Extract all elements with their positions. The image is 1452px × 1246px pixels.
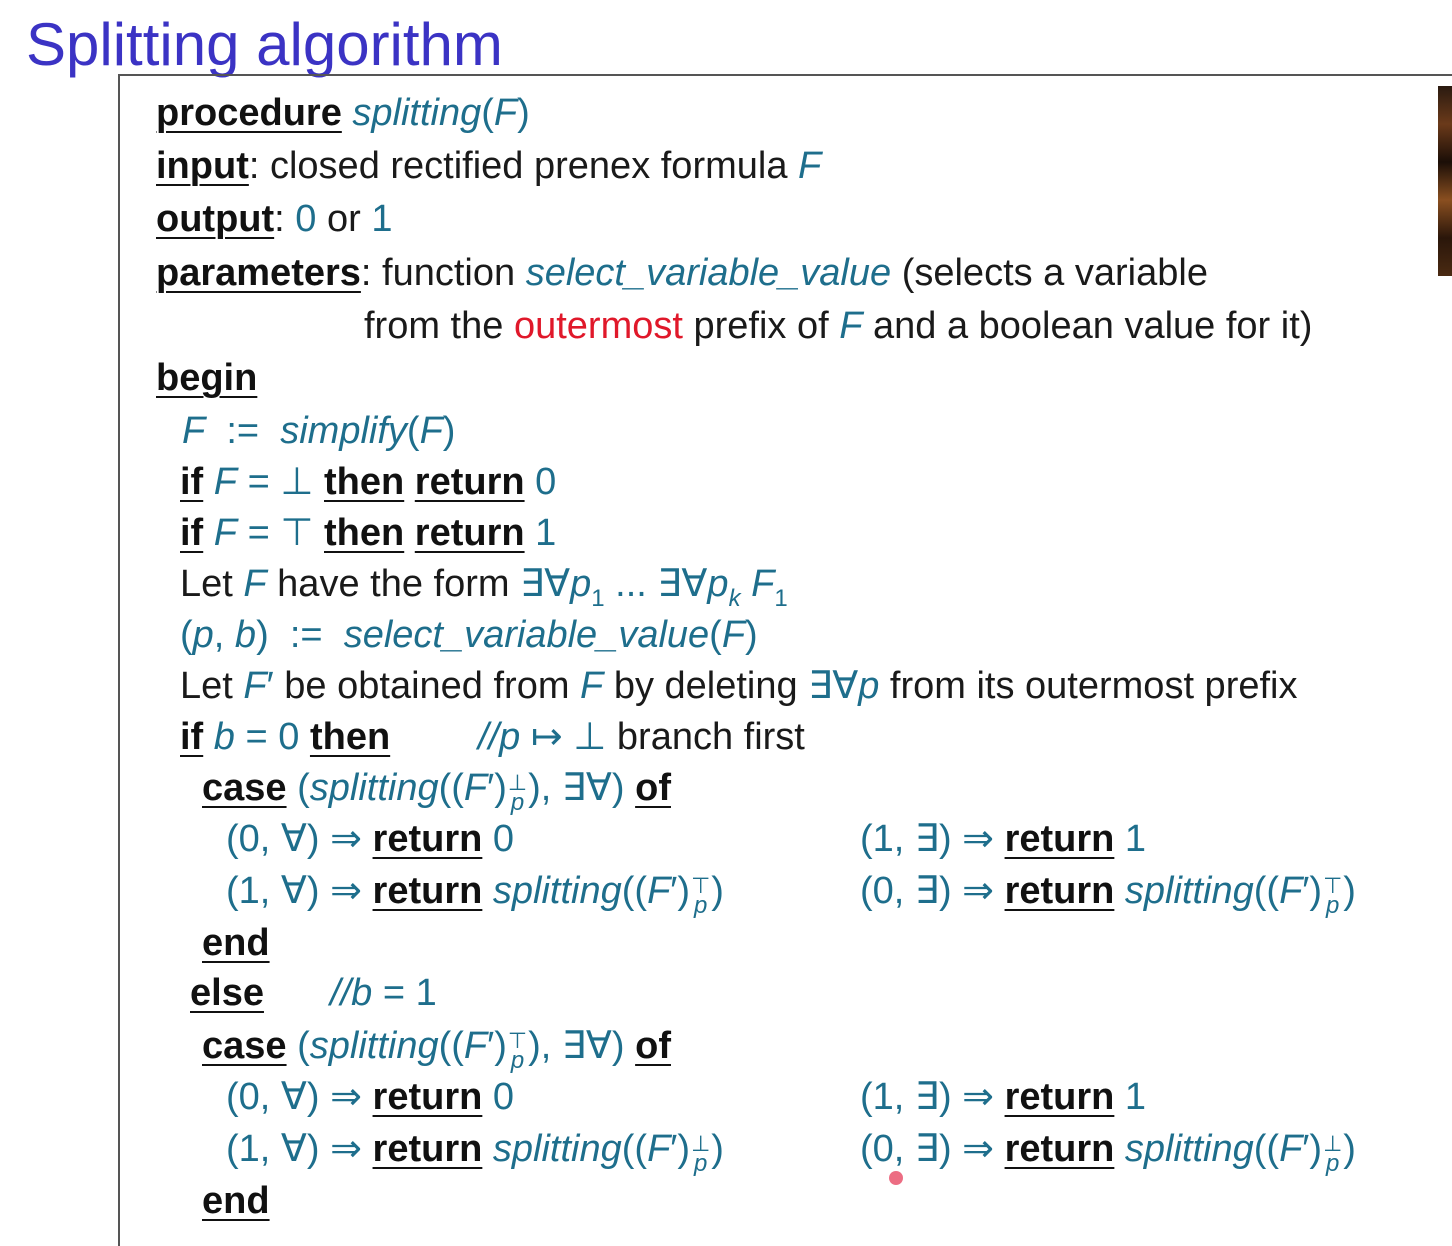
kw-parameters: parameters (156, 252, 361, 294)
comment-b1: //b = 1 (330, 972, 437, 1014)
line-output: output: 0 or 1 (156, 198, 393, 240)
line-end-2: end (202, 1180, 270, 1222)
line-input: input: closed rectified prenex formula F (156, 145, 822, 187)
case2-row2-right: (0, ∃) ⇒ return splitting((F′) ⊥ p) (860, 1128, 1356, 1177)
line-parameters: parameters: function select_variable_val… (156, 252, 1208, 294)
case1-row1-left: (0, ∀) ⇒ return 0 (226, 818, 515, 860)
kw-procedure: procedure (156, 92, 342, 134)
kw-input: input (156, 145, 249, 187)
highlight-outermost: outermost (513, 305, 683, 347)
comment-branch-first: //p ↦ ⊥ branch first (478, 716, 805, 758)
case2-row1-left: (0, ∀) ⇒ return 0 (226, 1076, 515, 1118)
case1-row2-left: (1, ∀) ⇒ return splitting((F′) ⊤ p) (226, 870, 724, 919)
line-procedure: procedure splitting(F) (156, 92, 530, 134)
line-case-1: case (splitting((F′) ⊥ p), ∃∀) of (202, 767, 671, 816)
line-case-2: case (splitting((F′) ⊤ p), ∃∀) of (202, 1025, 671, 1074)
case2-row1-right: (1, ∃) ⇒ return 1 (860, 1076, 1147, 1118)
case1-row2-right: (0, ∃) ⇒ return splitting((F′) ⊤ p) (860, 870, 1356, 919)
line-let-form: Let F have the form ∃∀p1 ... ∃∀pk F1 (180, 563, 788, 612)
line-else: else (190, 972, 264, 1014)
mouse-pointer-indicator (889, 1171, 903, 1185)
line-if-b0: if b = 0 then (180, 716, 391, 758)
slide-title: Splitting algorithm (26, 11, 503, 78)
case2-row2-left: (1, ∀) ⇒ return splitting((F′) ⊥ p) (226, 1128, 724, 1177)
case1-row1-right: (1, ∃) ⇒ return 1 (860, 818, 1147, 860)
line-if-top: if F = ⊤ then return 1 (180, 512, 557, 554)
line-if-bottom: if F = ⊥ then return 0 (180, 461, 557, 503)
kw-output: output (156, 198, 275, 240)
line-end-1: end (202, 922, 270, 964)
line-parameters-cont: from the outermost prefix of F and a boo… (364, 305, 1313, 347)
line-simplify: F := simplify(F) (182, 410, 456, 452)
line-begin: begin (156, 355, 257, 401)
line-select: (p, b) := select_variable_value(F) (180, 614, 758, 656)
line-let-fprime: Let F′ be obtained from F by deleting ∃∀… (180, 665, 1298, 707)
kw-begin: begin (156, 357, 258, 399)
